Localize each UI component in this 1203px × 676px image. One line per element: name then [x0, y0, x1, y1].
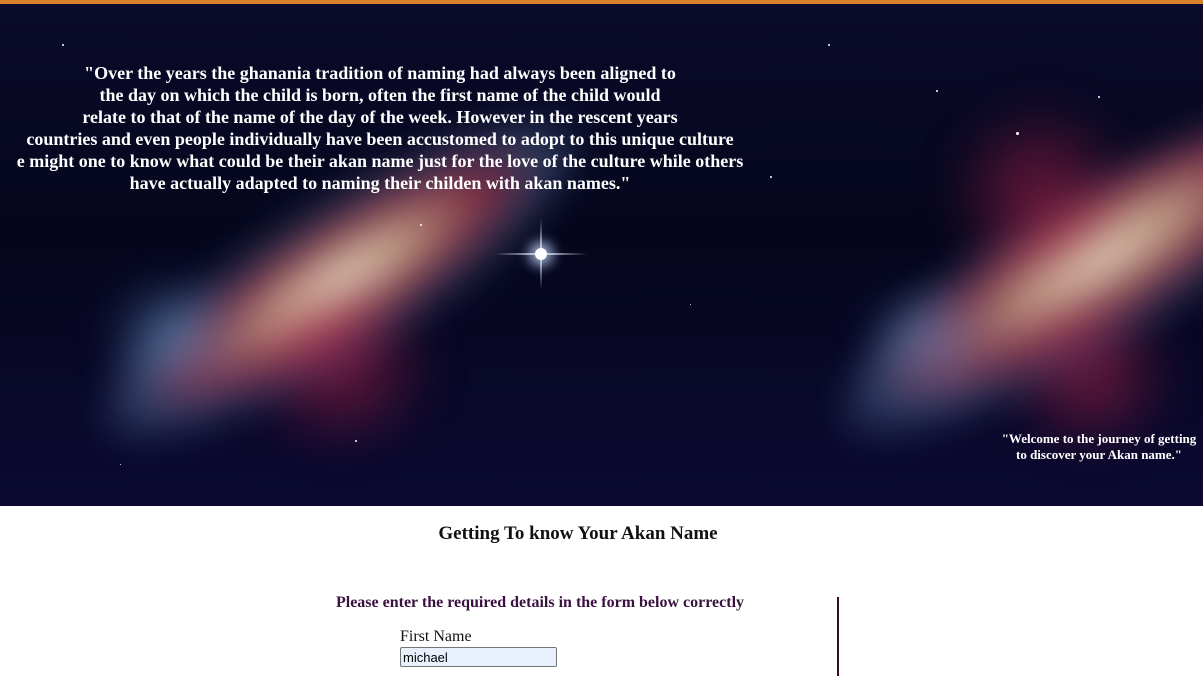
hero-banner: "Over the years the ghanania tradition o…	[0, 4, 1203, 506]
form-instruction: Please enter the required details in the…	[335, 594, 745, 611]
vertical-divider	[837, 597, 839, 676]
nebula-cloud	[940, 104, 1140, 284]
star	[770, 176, 772, 178]
welcome-message: "Welcome to the journey of getting to di…	[1001, 431, 1197, 462]
first-name-label: First Name	[400, 628, 472, 645]
star	[828, 44, 830, 46]
hero-quote: "Over the years the ghanania tradition o…	[16, 63, 744, 193]
star	[420, 224, 422, 226]
star	[936, 90, 938, 92]
bright-star	[535, 248, 547, 260]
star	[690, 304, 691, 305]
nebula-cloud	[990, 304, 1190, 444]
nebula-cloud	[90, 284, 260, 394]
first-name-input[interactable]	[400, 647, 557, 667]
star	[355, 440, 357, 442]
star	[120, 464, 121, 465]
star	[1098, 96, 1100, 98]
star	[62, 44, 64, 46]
nebula-cloud	[850, 294, 1010, 394]
star	[1016, 132, 1019, 135]
nebula-cloud	[230, 284, 450, 444]
page-title: Getting To know Your Akan Name	[438, 523, 718, 544]
